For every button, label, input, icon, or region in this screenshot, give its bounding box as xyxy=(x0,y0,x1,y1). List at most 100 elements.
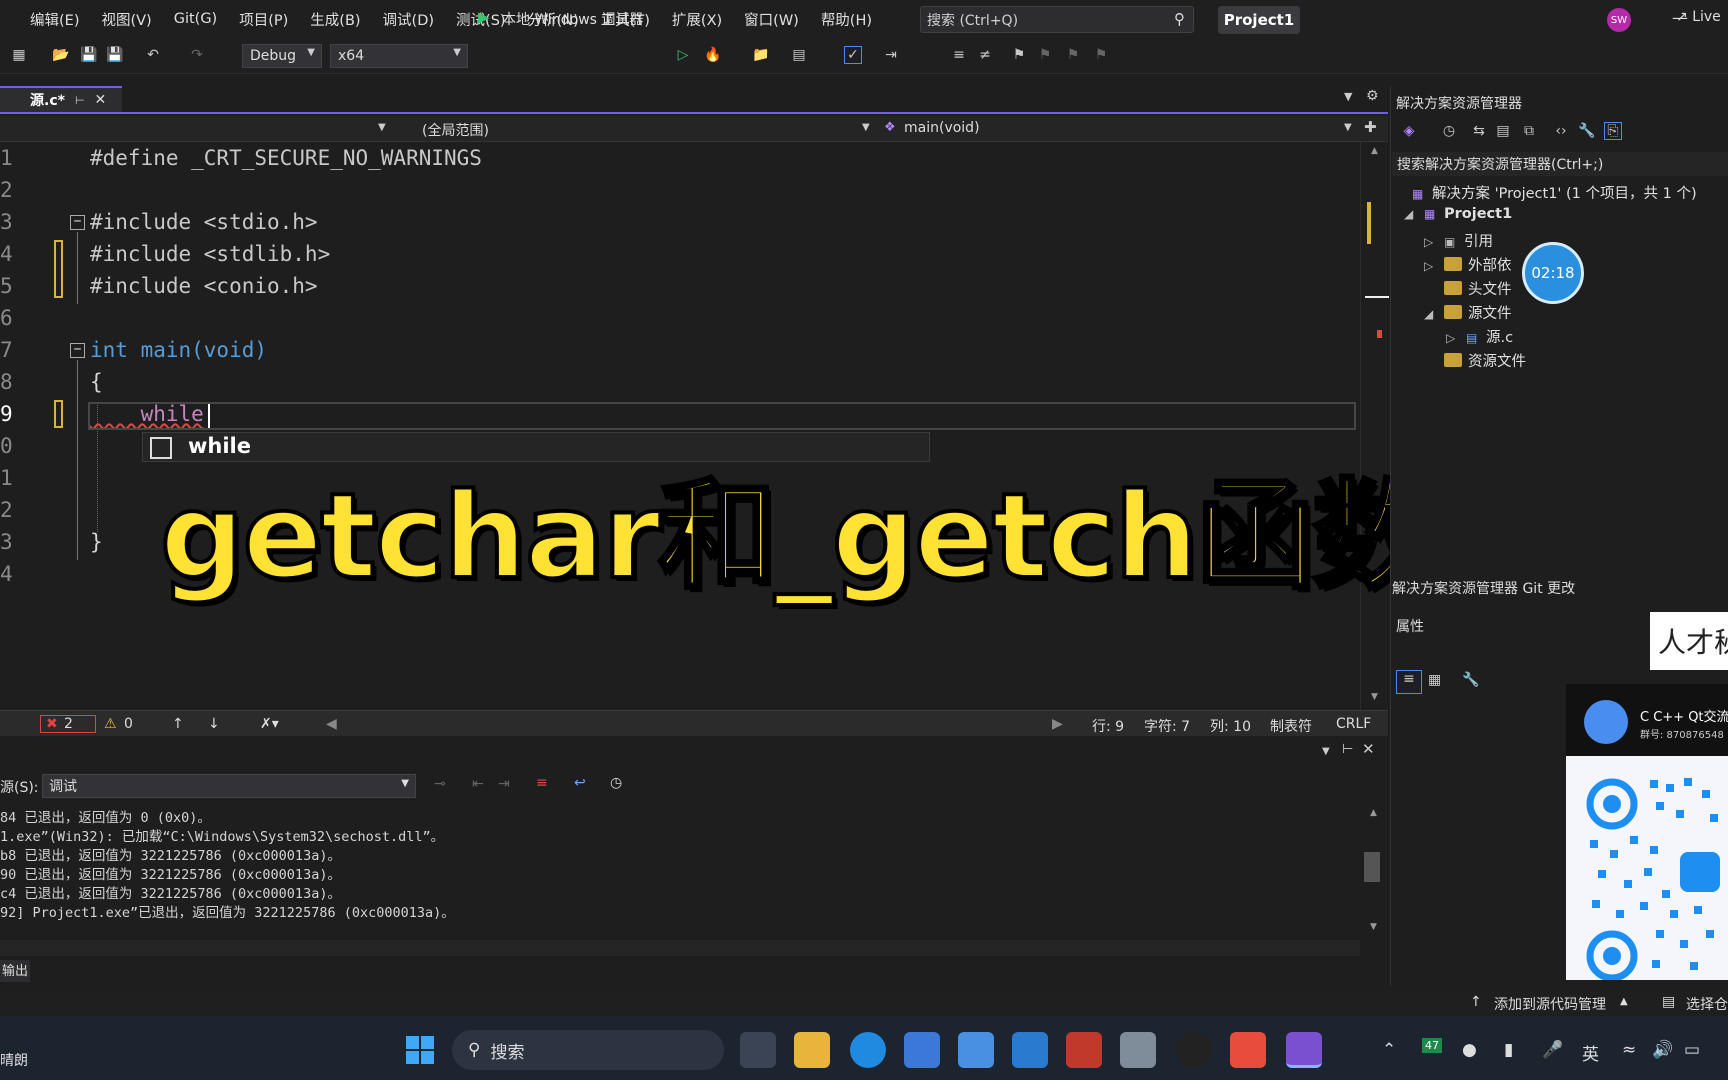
editor-scrollbar[interactable]: ▲ ▼ xyxy=(1360,142,1389,710)
scroll-up-icon[interactable]: ▲ xyxy=(1371,146,1378,156)
edge-icon[interactable] xyxy=(850,1032,886,1068)
scroll-down-icon[interactable]: ▼ xyxy=(1370,922,1377,932)
pin-icon[interactable]: ⊢ xyxy=(1342,742,1353,757)
redo-icon[interactable]: ↷ xyxy=(188,46,206,64)
gear-icon[interactable]: ⚙ xyxy=(1366,88,1379,104)
spellcheck-icon[interactable]: ✓ xyxy=(844,46,862,64)
play-icon[interactable]: ▶ xyxy=(478,8,490,26)
weather-widget[interactable]: 晴朗 xyxy=(0,1050,28,1070)
task-view-icon[interactable] xyxy=(740,1032,776,1068)
visual-studio-icon[interactable] xyxy=(1286,1032,1322,1068)
scroll-up-icon[interactable]: ▲ xyxy=(1370,808,1377,818)
microphone-icon[interactable]: 🎤 xyxy=(1542,1040,1563,1060)
eol-indicator[interactable]: CRLF xyxy=(1336,716,1371,732)
vscode-icon[interactable] xyxy=(1012,1032,1048,1068)
tree-header-files[interactable]: 头文件 xyxy=(1444,278,1512,299)
add-to-source-control-button[interactable]: 添加到源代码管理 xyxy=(1494,994,1606,1014)
tab-source-file[interactable]: 源.c* ⊢ ✕ xyxy=(0,86,122,112)
word-wrap-icon[interactable]: ↩ xyxy=(574,775,586,791)
scope-dropdown[interactable]: (全局范围) xyxy=(422,120,489,140)
tab-list-icon[interactable]: ▼ xyxy=(1344,90,1352,103)
windows-start-icon[interactable] xyxy=(404,1034,436,1066)
filezilla-icon[interactable] xyxy=(1066,1032,1102,1068)
wrench-icon[interactable]: 🔧 xyxy=(1578,122,1596,140)
menu-view[interactable]: 视图(V) xyxy=(90,9,162,30)
bookmark-clear-icon[interactable]: ⚑ xyxy=(1092,46,1110,64)
find-icon[interactable]: ⊸ xyxy=(434,776,446,792)
battery-icon[interactable]: ▭ xyxy=(1684,1040,1700,1060)
close-icon[interactable]: ✕ xyxy=(1362,740,1375,758)
cleanup-icon[interactable]: ✗▾ xyxy=(260,716,279,732)
avatar[interactable]: SW xyxy=(1607,8,1631,32)
hot-reload-icon[interactable]: 🔥 xyxy=(704,46,722,64)
tree-external-deps[interactable]: ▷ 外部依 xyxy=(1424,254,1512,275)
alphabetical-icon[interactable]: ▦ xyxy=(1428,672,1441,688)
search-input[interactable]: 搜索 (Ctrl+Q) ⚲ xyxy=(920,6,1194,33)
network-app-icon[interactable] xyxy=(1120,1032,1156,1068)
open-folder-icon[interactable]: 📂 xyxy=(52,46,70,64)
chevron-down-icon[interactable]: ▼ xyxy=(1322,746,1330,757)
split-icon[interactable]: ✚ xyxy=(1364,118,1377,136)
warning-count[interactable]: 0 xyxy=(124,716,133,732)
menu-project[interactable]: 项目(P) xyxy=(228,9,299,30)
tab-output[interactable]: 输出 xyxy=(0,960,30,982)
comment-icon[interactable]: ≠ xyxy=(976,46,994,64)
next-issue-down-icon[interactable]: ↓ xyxy=(208,716,220,732)
code-view-icon[interactable]: ‹› xyxy=(1552,122,1570,140)
menu-git[interactable]: Git(G) xyxy=(163,11,229,27)
next-message-icon[interactable]: ⇥ xyxy=(498,776,510,792)
live-share-button[interactable]: ↗ Live xyxy=(1676,9,1721,25)
tree-resource-files[interactable]: 资源文件 xyxy=(1444,350,1526,371)
output-horizontal-scrollbar[interactable] xyxy=(0,940,1360,956)
collapse-toggle[interactable]: − xyxy=(70,215,85,230)
col-indicator[interactable]: 列: 10 xyxy=(1210,716,1251,736)
save-icon[interactable]: 💾 xyxy=(80,46,98,64)
chevron-down-icon[interactable]: ▼ xyxy=(862,122,870,133)
output-text[interactable]: 84 已退出，返回值为 0 (0x0)。 1.exe”(Win32): 已加载“… xyxy=(0,806,1360,938)
tray-app-icon[interactable]: ● xyxy=(1462,1040,1477,1060)
collapse-toggle[interactable]: − xyxy=(70,343,85,358)
menu-build[interactable]: 生成(B) xyxy=(299,9,371,30)
menu-help[interactable]: 帮助(H) xyxy=(810,9,883,30)
warning-icon[interactable]: ⚠ xyxy=(104,716,117,732)
taskbar-search[interactable]: ⚲ 搜索 xyxy=(452,1030,724,1070)
bookmark-prev-icon[interactable]: ⚑ xyxy=(1036,46,1054,64)
close-icon[interactable]: ✕ xyxy=(95,92,107,108)
indent-icon[interactable]: ≡ xyxy=(950,46,968,64)
new-item-icon[interactable]: ▦ xyxy=(10,46,28,64)
usb-icon[interactable]: ▮ xyxy=(1504,1040,1513,1060)
prev-message-icon[interactable]: ⇤ xyxy=(472,776,484,792)
clock-icon[interactable]: ◷ xyxy=(610,775,622,791)
menu-debug[interactable]: 调试(D) xyxy=(372,9,445,30)
xmind-icon[interactable] xyxy=(1230,1032,1266,1068)
switch-views-icon[interactable]: ◈ xyxy=(1400,122,1418,140)
bookmark-next-icon[interactable]: ⚑ xyxy=(1064,46,1082,64)
output-scrollbar[interactable]: ▲ ▼ xyxy=(1360,806,1388,938)
platform-dropdown[interactable]: x64 ▼ xyxy=(330,44,468,68)
step-icon[interactable]: ⇥ xyxy=(882,46,900,64)
scroll-thumb[interactable] xyxy=(1364,852,1380,882)
char-indicator[interactable]: 字符: 7 xyxy=(1144,716,1190,736)
show-all-files-icon[interactable]: ⧉ xyxy=(1520,122,1538,140)
bookmark-icon[interactable]: ⚑ xyxy=(1010,46,1028,64)
scroll-left-icon[interactable]: ◀ xyxy=(326,716,337,732)
ime-indicator[interactable]: 英 xyxy=(1582,1040,1599,1065)
error-icon[interactable]: ✖ xyxy=(46,716,58,732)
chevron-down-icon[interactable]: ▼ xyxy=(1344,122,1352,133)
menu-window[interactable]: 窗口(W) xyxy=(733,9,810,30)
scroll-down-icon[interactable]: ▼ xyxy=(1371,692,1378,702)
select-repo-button[interactable]: 选择仓 xyxy=(1686,994,1728,1014)
pin-icon[interactable]: ⊢ xyxy=(75,94,85,107)
error-count[interactable]: 2 xyxy=(64,716,73,732)
scroll-right-icon[interactable]: ▶ xyxy=(1052,716,1063,732)
function-dropdown[interactable]: main(void) xyxy=(904,120,980,136)
save-all-icon[interactable]: 💾 xyxy=(106,46,124,64)
output-source-dropdown[interactable]: 调试 ▼ xyxy=(42,774,416,798)
categorized-icon[interactable]: ≡ xyxy=(1396,670,1422,694)
folder-icon[interactable]: 📁 xyxy=(752,46,770,64)
start-debug-button[interactable]: 本地 Windows 调试器 xyxy=(502,9,643,29)
solution-search-input[interactable]: 搜索解决方案资源管理器(Ctrl+;) xyxy=(1392,152,1728,176)
tree-solution[interactable]: ▦ 解决方案 'Project1' (1 个项目，共 1 个) xyxy=(1412,182,1697,203)
sync-icon[interactable]: ⇆ xyxy=(1470,122,1488,140)
menu-edit[interactable]: 编辑(E) xyxy=(0,9,90,30)
